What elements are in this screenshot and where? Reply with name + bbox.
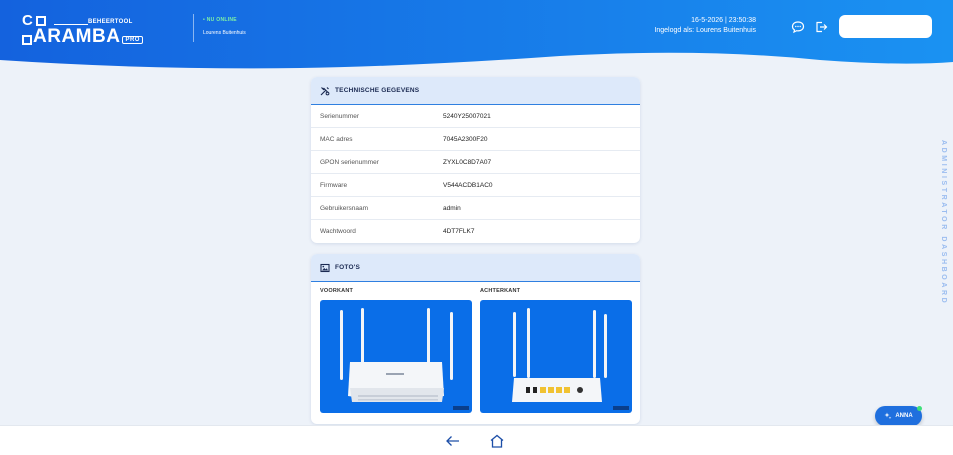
logo-square xyxy=(35,15,46,26)
front-label: VOORKANT xyxy=(320,288,354,294)
row-key: GPON serienummer xyxy=(320,158,379,166)
photos-card: FOTO'S VOORKANT ACHTERKANT xyxy=(311,254,640,424)
home-button[interactable] xyxy=(489,434,505,448)
anna-assistant-button[interactable]: ANNA xyxy=(875,406,922,426)
logo-square-small xyxy=(22,35,32,45)
logged-in-user: Ingelogd als: Lourens Buitenhuis xyxy=(654,27,756,34)
row-value: 4DT7FLK7 xyxy=(443,228,475,235)
arrow-left-icon xyxy=(446,436,459,446)
router-back-photo[interactable] xyxy=(480,300,632,413)
row-value: 5240Y25007021 xyxy=(443,112,491,120)
photos-grid: VOORKANT ACHTERKANT xyxy=(311,282,640,424)
tools-icon xyxy=(320,86,330,95)
row-key: Firmware xyxy=(320,181,348,189)
row-key: Serienummer xyxy=(320,112,360,120)
router-front-photo[interactable] xyxy=(320,300,472,413)
home-icon xyxy=(490,434,504,448)
table-row: Gebruikersnaam admin xyxy=(311,197,640,220)
online-status: • NU ONLINE xyxy=(203,17,237,23)
logo-pro-badge: PRO xyxy=(122,36,143,44)
back-label: ACHTERKANT xyxy=(480,288,521,294)
row-value: 7045A2300F20 xyxy=(443,135,488,143)
table-row: Wachtwoord 4DT7FLK7 xyxy=(311,220,640,243)
row-key: MAC adres xyxy=(320,135,353,143)
logo-subtitle: BEHEERTOOL xyxy=(88,19,133,25)
logo-main: ARAMBA PRO xyxy=(22,26,143,48)
side-dashboard-label: ADMINISTRATOR DASHBOARD xyxy=(940,140,947,306)
photos-header: FOTO'S xyxy=(311,254,640,282)
anna-online-dot xyxy=(917,406,922,411)
row-value: V544ACDB1AC0 xyxy=(443,181,493,189)
logo-wordmark: ARAMBA xyxy=(33,26,121,47)
image-icon xyxy=(320,263,330,272)
router-front-illustration xyxy=(340,308,469,410)
online-user: Lourens Buitenhuis xyxy=(203,30,246,36)
row-key: Wachtwoord xyxy=(320,228,356,235)
sparkle-icon xyxy=(884,412,892,420)
photos-title: FOTO'S xyxy=(335,264,361,271)
row-value: ZYXL0C8D7A07 xyxy=(443,158,492,166)
technical-data-header: TECHNISCHE GEGEVENS xyxy=(311,77,640,105)
caramba-logo[interactable]: C BEHEERTOOL ARAMBA PRO xyxy=(22,12,152,48)
table-row: GPON serienummer ZYXL0C8D7A07 xyxy=(311,151,640,174)
table-row: Firmware V544ACDB1AC0 xyxy=(311,174,640,197)
technical-data-title: TECHNISCHE GEGEVENS xyxy=(335,87,420,94)
table-row: MAC adres 7045A2300F20 xyxy=(311,128,640,151)
row-value: admin xyxy=(443,204,461,212)
header-divider xyxy=(193,14,194,42)
router-back-illustration xyxy=(512,308,629,410)
header-action-button[interactable] xyxy=(839,15,932,38)
logout-icon[interactable] xyxy=(814,20,828,34)
technical-data-list: Serienummer 5240Y25007021 MAC adres 7045A2… xyxy=(311,105,640,243)
bottom-nav xyxy=(0,425,953,455)
table-row: Serienummer 5240Y25007021 xyxy=(311,105,640,128)
chat-bubble-icon[interactable] xyxy=(791,20,805,34)
datetime: 16-5-2026 | 23:50:38 xyxy=(691,17,756,24)
row-key: Gebruikersnaam xyxy=(320,204,369,212)
anna-label: ANNA xyxy=(895,413,913,419)
back-button[interactable] xyxy=(445,434,461,448)
logo-line xyxy=(54,24,88,25)
technical-data-card: TECHNISCHE GEGEVENS Serienummer 5240Y2500… xyxy=(311,77,640,243)
app-header: C BEHEERTOOL ARAMBA PRO • NU ONLINE Lour… xyxy=(0,0,953,80)
